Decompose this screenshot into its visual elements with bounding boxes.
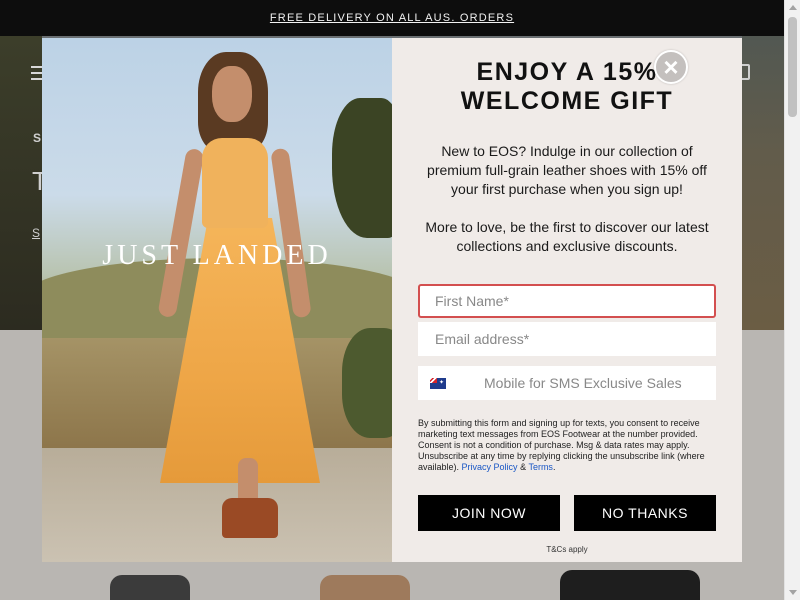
modal-intro: New to EOS? Indulge in our collection of… [427, 143, 707, 197]
signup-form: ENJOY A 15% WELCOME GIFT New to EOS? Ind… [392, 38, 742, 562]
scroll-thumb[interactable] [788, 17, 797, 117]
hero-link[interactable]: S [32, 226, 40, 240]
close-icon[interactable]: × [654, 50, 688, 84]
phone-field[interactable] [418, 366, 716, 400]
hero-right-scenery [742, 36, 784, 330]
australia-flag-icon[interactable] [430, 377, 446, 389]
scroll-up-icon[interactable] [789, 5, 797, 10]
button-row: JOIN NOW NO THANKS [418, 495, 716, 531]
no-thanks-button[interactable]: NO THANKS [574, 495, 716, 531]
join-now-button[interactable]: JOIN NOW [418, 495, 560, 531]
product-image[interactable] [110, 575, 190, 600]
mobile-input[interactable] [484, 368, 704, 398]
email-input[interactable] [418, 322, 716, 356]
consent-text: By submitting this form and signing up f… [418, 418, 705, 472]
first-name-input[interactable] [418, 284, 716, 318]
modal-intro-2: More to love, be the first to discover o… [425, 219, 709, 254]
terms-link[interactable]: Terms [528, 462, 553, 472]
image-overlay-text: JUST LANDED [102, 240, 332, 271]
hero-subtitle: S [33, 131, 43, 145]
product-image[interactable] [560, 570, 700, 600]
modal-hero-image: JUST LANDED [42, 38, 392, 562]
page-scrollbar[interactable] [784, 0, 800, 600]
announcement-link[interactable]: FREE DELIVERY ON ALL AUS. ORDERS [270, 12, 514, 24]
scroll-down-icon[interactable] [789, 590, 797, 595]
product-image[interactable] [320, 575, 410, 600]
signup-modal: JUST LANDED ENJOY A 15% WELCOME GIFT New… [42, 38, 742, 562]
announcement-bar: FREE DELIVERY ON ALL AUS. ORDERS [0, 0, 784, 36]
tcs-text: T&Cs apply [546, 545, 588, 554]
privacy-policy-link[interactable]: Privacy Policy [462, 462, 518, 472]
